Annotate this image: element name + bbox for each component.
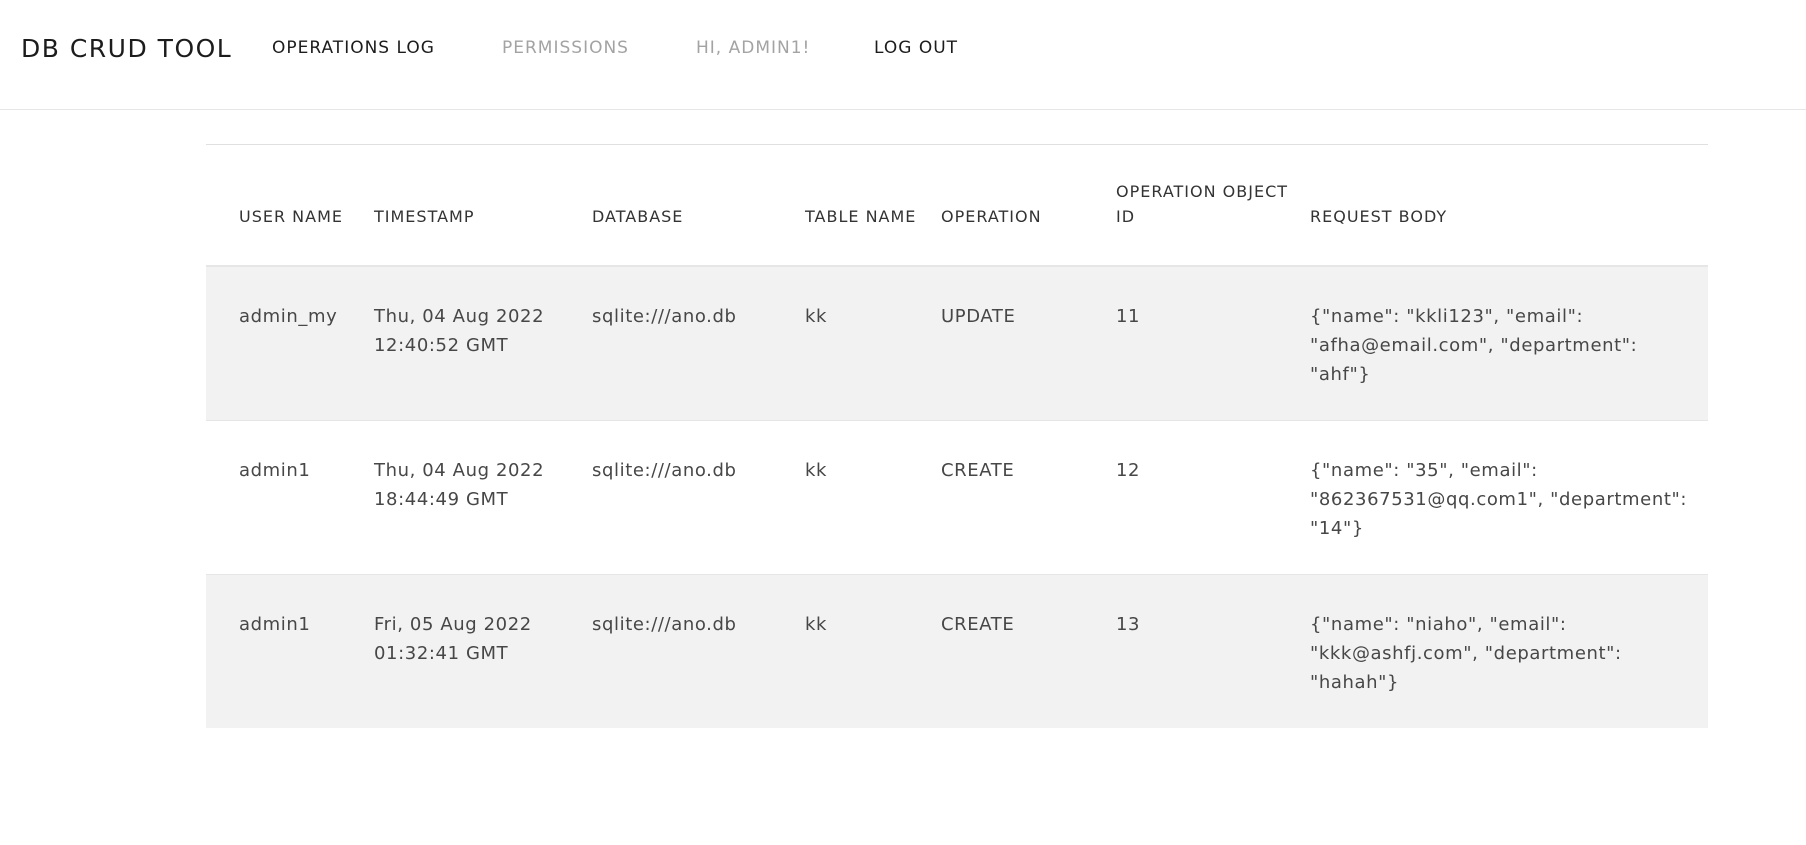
cell-request-body: {"name": "kkli123", "email": "afha@email… [1310, 306, 1638, 385]
cell-table-name: kk [805, 419, 941, 574]
cell-operation: UPDATE [941, 306, 1016, 327]
nav-permissions[interactable]: PERMISSIONS [502, 38, 629, 58]
header-operation: OPERATION [941, 144, 1116, 267]
cell-request-body: {"name": "35", "email": "862367531@qq.co… [1310, 419, 1708, 574]
cell-operation: CREATE [941, 573, 1116, 728]
cell-timestamp: Thu, 04 Aug 2022 12:40:52 GMT [374, 306, 545, 356]
cell-timestamp: Thu, 04 Aug 2022 18:44:49 GMT [374, 419, 592, 574]
header-timestamp: TIMESTAMP [374, 144, 592, 267]
nav-log-out[interactable]: LOG OUT [874, 38, 958, 58]
cell-object-id: 13 [1116, 573, 1310, 728]
header-user-name: USER NAME [206, 144, 374, 267]
cell-user-name: admin1 [206, 419, 374, 574]
cell-user-name: admin1 [206, 573, 374, 728]
cell-request-body: {"name": "niaho", "email": "kkk@ashfj.co… [1310, 573, 1708, 728]
table-header-row: USER NAME TIMESTAMP DATABASE TABLE NAME … [206, 144, 1708, 267]
cell-operation: CREATE [941, 419, 1116, 574]
table-row: admin_my Thu, 04 Aug 2022 12:40:52 GMT s… [206, 266, 1708, 420]
nav-operations-log[interactable]: OPERATIONS LOG [272, 38, 435, 58]
cell-table-name: kk [805, 573, 941, 728]
cell-database: sqlite:///ano.db [592, 419, 805, 574]
cell-object-id: 11 [1116, 306, 1141, 327]
brand-link[interactable]: DB CRUD TOOL [21, 34, 232, 63]
header-request-body: REQUEST BODY [1310, 144, 1708, 267]
cell-table-name: kk [805, 306, 828, 327]
cell-database: sqlite:///ano.db [592, 306, 737, 327]
cell-database: sqlite:///ano.db [592, 573, 805, 728]
table-body: admin_my Thu, 04 Aug 2022 12:40:52 GMT s… [206, 266, 1708, 728]
table-row: admin1 Thu, 04 Aug 2022 18:44:49 GMT sql… [206, 419, 1708, 574]
cell-user-name: admin_my [239, 306, 338, 327]
operations-log-content: USER NAME TIMESTAMP DATABASE TABLE NAME … [206, 144, 1708, 728]
table-header: USER NAME TIMESTAMP DATABASE TABLE NAME … [206, 144, 1708, 267]
cell-object-id: 12 [1116, 419, 1310, 574]
header-table-name: TABLE NAME [805, 144, 941, 267]
header-object-id: OPERATION OBJECT ID [1116, 144, 1310, 267]
nav-user-greeting[interactable]: HI, ADMIN1! [696, 38, 810, 58]
cell-timestamp: Fri, 05 Aug 2022 01:32:41 GMT [374, 573, 592, 728]
header-database: DATABASE [592, 144, 805, 267]
top-navbar: DB CRUD TOOL OPERATIONS LOG PERMISSIONS … [0, 0, 1806, 110]
operations-log-table: USER NAME TIMESTAMP DATABASE TABLE NAME … [206, 144, 1708, 728]
table-row: admin1 Fri, 05 Aug 2022 01:32:41 GMT sql… [206, 573, 1708, 728]
